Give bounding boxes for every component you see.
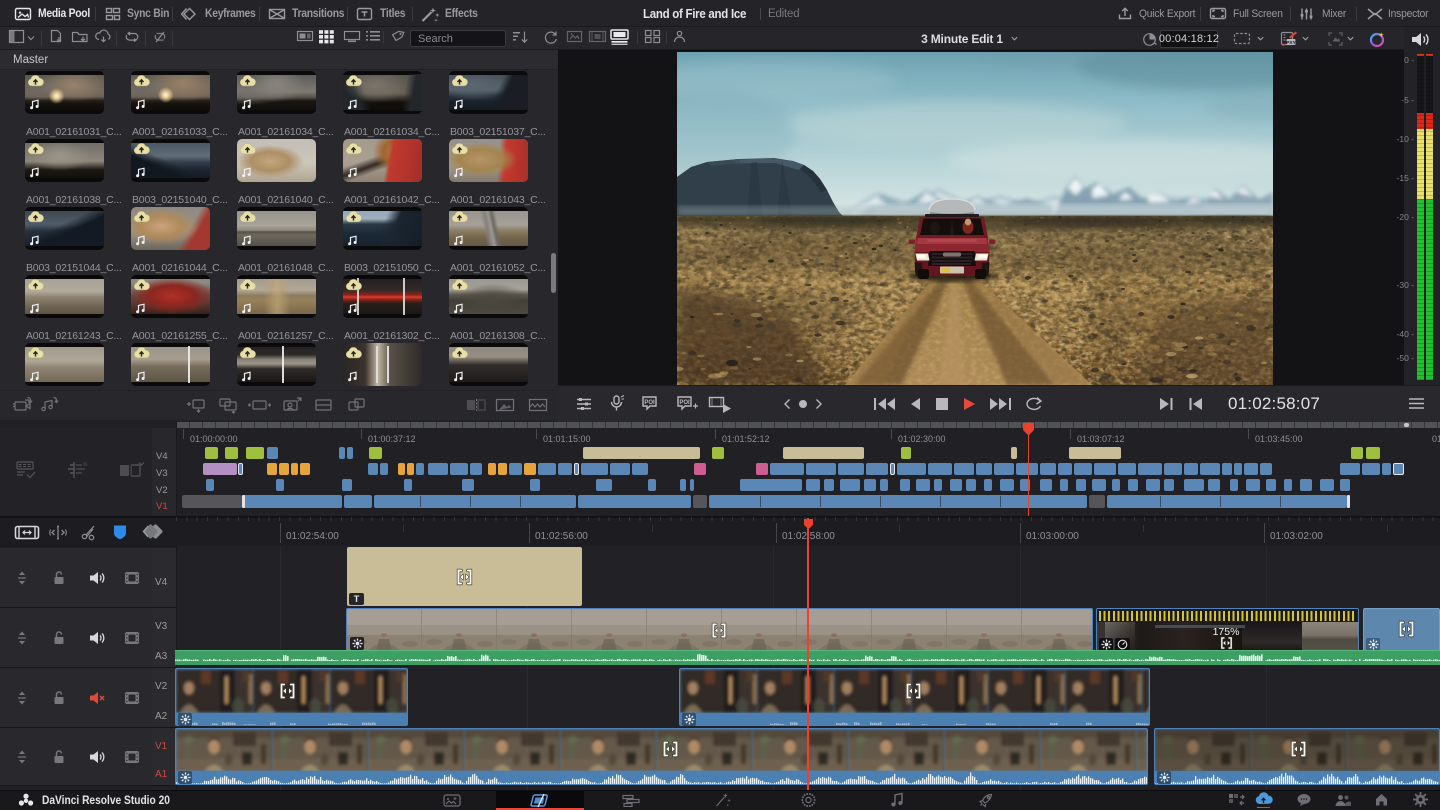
svg-text:PXY: PXY	[1286, 40, 1296, 46]
svg-text:POI: POI	[679, 400, 690, 406]
svg-text:%: %	[83, 462, 88, 468]
svg-text:POI: POI	[644, 400, 655, 406]
